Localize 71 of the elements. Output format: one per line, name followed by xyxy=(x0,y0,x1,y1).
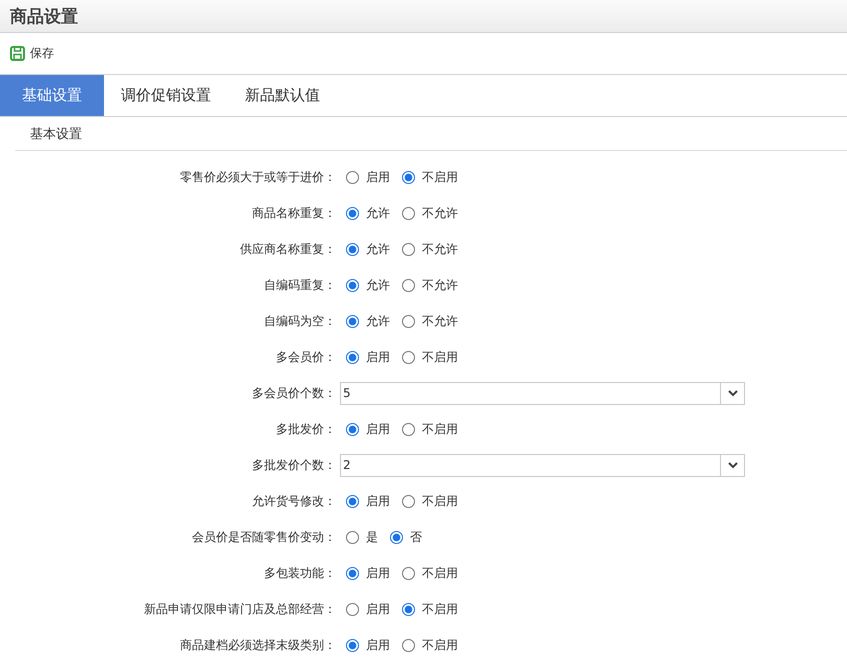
radio-button[interactable] xyxy=(346,350,359,364)
option-label: 允许 xyxy=(366,312,390,330)
radio-button[interactable] xyxy=(402,206,415,220)
field-label: 商品建档必须选择末级类别： xyxy=(179,636,336,654)
field-label: 商品名称重复： xyxy=(251,204,336,222)
field-label: 多批发价： xyxy=(275,420,336,438)
option-label: 启用 xyxy=(366,600,390,618)
option-label: 启用 xyxy=(366,168,390,186)
radio-button[interactable] xyxy=(402,602,415,616)
field-label: 允许货号修改： xyxy=(251,492,336,510)
field-label: 供应商名称重复： xyxy=(239,240,336,258)
select-field[interactable]: 2 xyxy=(340,454,745,476)
radio-button[interactable] xyxy=(402,566,415,580)
field-label: 新品申请仅限申请门店及总部经营： xyxy=(143,600,336,618)
radio-button[interactable] xyxy=(402,494,415,508)
option-label: 允许 xyxy=(366,240,390,258)
radio-button[interactable] xyxy=(402,278,415,292)
option-label: 不启用 xyxy=(422,564,458,582)
radio-button[interactable] xyxy=(402,638,415,652)
option-label: 不启用 xyxy=(422,492,458,510)
page-title: 商品设置 xyxy=(10,6,78,28)
option-label: 不允许 xyxy=(422,312,458,330)
radio-button[interactable] xyxy=(346,170,359,184)
radio-button[interactable] xyxy=(402,242,415,256)
radio-button[interactable] xyxy=(402,314,415,328)
field-label: 多会员价： xyxy=(275,348,336,366)
radio-button[interactable] xyxy=(402,170,415,184)
radio-button[interactable] xyxy=(346,602,359,616)
option-label: 不启用 xyxy=(422,420,458,438)
option-label: 启用 xyxy=(366,492,390,510)
radio-button[interactable] xyxy=(346,494,359,508)
radio-button[interactable] xyxy=(346,206,359,220)
option-label: 是 xyxy=(366,528,378,546)
radio-button[interactable] xyxy=(346,638,359,652)
option-label: 不启用 xyxy=(422,348,458,366)
option-label: 不启用 xyxy=(422,600,458,618)
radio-button[interactable] xyxy=(402,350,415,364)
option-label: 不启用 xyxy=(422,636,458,654)
option-label: 不允许 xyxy=(422,240,458,258)
select-field[interactable]: 5 xyxy=(340,382,745,404)
radio-button[interactable] xyxy=(402,422,415,436)
radio-button[interactable] xyxy=(346,530,359,544)
radio-button[interactable] xyxy=(346,566,359,580)
field-label: 自编码重复： xyxy=(263,276,336,294)
save-button[interactable]: 保存 xyxy=(10,45,54,62)
radio-button[interactable] xyxy=(390,530,403,544)
option-label: 允许 xyxy=(366,204,390,222)
field-label: 多批发价个数： xyxy=(251,456,336,474)
chevron-down-icon xyxy=(728,462,738,468)
radio-button[interactable] xyxy=(346,314,359,328)
radio-button[interactable] xyxy=(346,278,359,292)
save-icon xyxy=(10,46,25,61)
option-label: 不启用 xyxy=(422,168,458,186)
radio-button[interactable] xyxy=(346,242,359,256)
option-label: 启用 xyxy=(366,636,390,654)
section-title: 基本设置 xyxy=(30,126,82,142)
option-label: 不允许 xyxy=(422,204,458,222)
field-label: 自编码为空： xyxy=(263,312,336,330)
radio-button[interactable] xyxy=(346,422,359,436)
field-label: 多会员价个数： xyxy=(251,384,336,402)
field-label: 零售价必须大于或等于进价： xyxy=(179,168,336,186)
chevron-down-icon xyxy=(728,390,738,396)
option-label: 允许 xyxy=(366,276,390,294)
option-label: 启用 xyxy=(366,348,390,366)
field-label: 多包装功能： xyxy=(263,564,336,582)
option-label: 启用 xyxy=(366,564,390,582)
tab[interactable]: 基础设置 xyxy=(0,75,104,116)
option-label: 不允许 xyxy=(422,276,458,294)
option-label: 启用 xyxy=(366,420,390,438)
field-label: 会员价是否随零售价变动： xyxy=(191,528,336,546)
option-label: 否 xyxy=(410,528,422,546)
